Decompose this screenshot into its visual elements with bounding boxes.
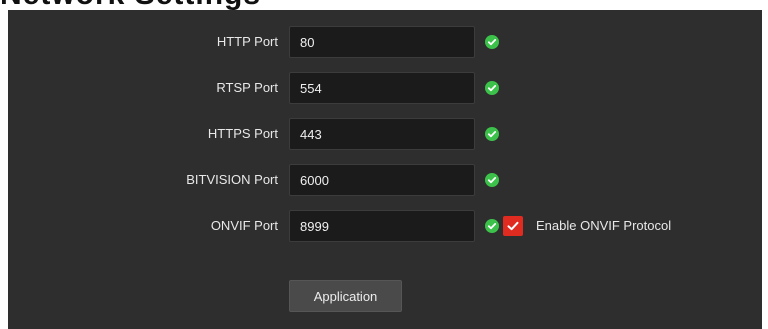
network-port-settings-panel: HTTP Port RTSP Port HTTPS Port BITVISION…: [8, 10, 762, 329]
rtsp-port-label: RTSP Port: [216, 80, 278, 95]
https-port-input[interactable]: [289, 118, 475, 150]
check-circle-icon: [485, 219, 499, 233]
bitvision-port-label: BITVISION Port: [186, 172, 278, 187]
bitvision-port-row: BITVISION Port: [8, 164, 762, 196]
https-port-label: HTTPS Port: [207, 126, 278, 141]
check-circle-icon: [485, 81, 499, 95]
check-circle-icon: [485, 127, 499, 141]
rtsp-port-input[interactable]: [289, 72, 475, 104]
check-circle-icon: [485, 35, 499, 49]
bitvision-port-input[interactable]: [289, 164, 475, 196]
onvif-port-input[interactable]: [289, 210, 475, 242]
enable-onvif-checkbox[interactable]: [503, 216, 523, 236]
page-title-partial: Network Settings: [0, 0, 261, 10]
http-port-row: HTTP Port: [8, 26, 762, 58]
onvif-port-label: ONVIF Port: [210, 218, 278, 233]
check-circle-icon: [485, 173, 499, 187]
https-port-row: HTTPS Port: [8, 118, 762, 150]
apply-button[interactable]: Application: [289, 280, 402, 312]
header-strip: Network Settings: [0, 0, 768, 10]
http-port-label: HTTP Port: [216, 34, 278, 49]
http-port-input[interactable]: [289, 26, 475, 58]
onvif-port-row: ONVIF Port Enable ONVIF Protocol: [8, 210, 762, 242]
enable-onvif-label[interactable]: Enable ONVIF Protocol: [536, 210, 671, 242]
checkmark-icon: [507, 221, 519, 231]
rtsp-port-row: RTSP Port: [8, 72, 762, 104]
